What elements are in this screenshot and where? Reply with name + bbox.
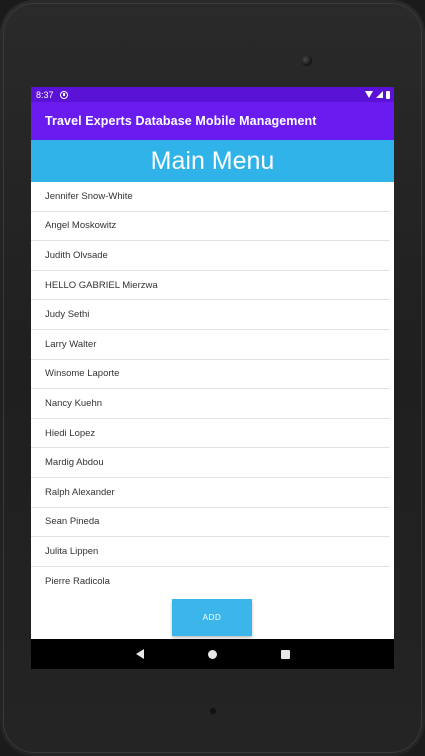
list-item[interactable]: Winsome Laporte: [31, 360, 390, 390]
signal-icon: [376, 91, 383, 98]
agent-list: Jennifer Snow-White Angel Moskowitz Judith…: [31, 182, 394, 596]
list-item[interactable]: Larry Walter: [31, 330, 390, 360]
list-item[interactable]: Julita Lippen: [31, 537, 390, 567]
list-item[interactable]: Judy Sethi: [31, 300, 390, 330]
app-bar: Travel Experts Database Mobile Managemen…: [31, 102, 394, 140]
list-item[interactable]: Mardig Abdou: [31, 448, 390, 478]
wifi-icon: [365, 91, 373, 98]
status-icons: [365, 90, 390, 99]
recents-icon[interactable]: [280, 649, 290, 659]
list-item[interactable]: HELLO GABRIEL Mierzwa: [31, 271, 390, 301]
list-item[interactable]: Judith Olvsade: [31, 241, 390, 271]
back-icon[interactable]: [135, 649, 144, 659]
battery-icon: [386, 90, 390, 99]
camera-icon: [301, 55, 312, 66]
list-item[interactable]: Hiedi Lopez: [31, 419, 390, 449]
status-time: 8:37: [36, 89, 54, 100]
list-item[interactable]: Ralph Alexander: [31, 478, 390, 508]
list-item[interactable]: Pierre Radicola: [31, 567, 390, 597]
screen: 8:37 Travel Experts Database Mobile Mana…: [31, 87, 394, 669]
tablet-device: 8:37 Travel Experts Database Mobile Mana…: [0, 0, 425, 756]
home-icon[interactable]: [207, 649, 217, 659]
status-bar: 8:37: [31, 87, 394, 102]
app-title: Travel Experts Database Mobile Managemen…: [45, 114, 317, 128]
page-title: Main Menu: [150, 146, 275, 175]
list-item[interactable]: Nancy Kuehn: [31, 389, 390, 419]
notification-icon: [59, 90, 68, 99]
add-button[interactable]: ADD: [172, 599, 252, 636]
navigation-bar: [31, 639, 394, 669]
page-title-bar: Main Menu: [31, 140, 394, 182]
list-item[interactable]: Sean Pineda: [31, 508, 390, 538]
list-item[interactable]: Angel Moskowitz: [31, 212, 390, 242]
list-item[interactable]: Jennifer Snow-White: [31, 182, 390, 212]
microphone-icon: [210, 708, 216, 714]
